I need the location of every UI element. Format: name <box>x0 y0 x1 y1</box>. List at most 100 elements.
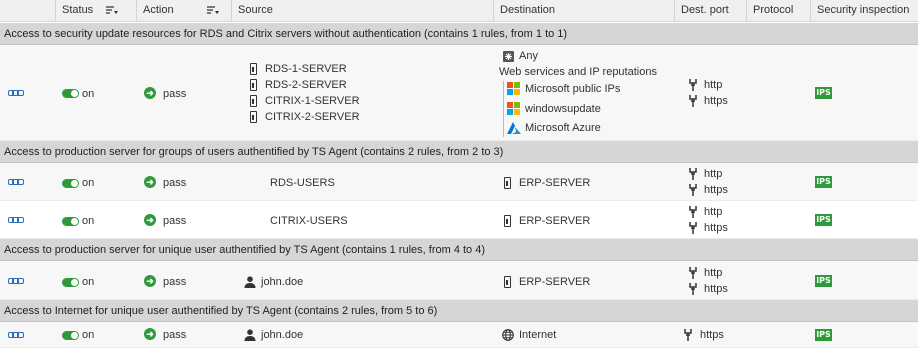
header-handle-col <box>0 0 30 22</box>
pass-icon: ➜ <box>144 176 156 188</box>
drag-handle-icon[interactable] <box>8 217 24 223</box>
rule-group-header[interactable]: Access to Internet for unique user authe… <box>0 300 918 322</box>
source-object[interactable]: RDS-1-SERVER <box>265 62 347 76</box>
destination-object[interactable]: ERP-SERVER <box>519 275 590 289</box>
microsoft-logo-icon <box>507 82 521 96</box>
ips-badge[interactable]: IPS <box>815 329 832 341</box>
header-action-label: Action <box>143 4 174 16</box>
port-icon <box>689 79 697 91</box>
rule-group-header[interactable]: Access to production server for groups o… <box>0 141 918 163</box>
source-object[interactable]: CITRIX-USERS <box>270 214 348 228</box>
table-row[interactable]: on ➜ pass RDS-USERS ERP-SERVER http http… <box>0 163 918 201</box>
pass-icon: ➜ <box>144 214 156 226</box>
port-icon <box>689 184 697 196</box>
port-icon <box>689 206 697 218</box>
action-label: pass <box>163 177 187 189</box>
port-icon <box>689 222 697 234</box>
destination-object[interactable]: Internet <box>519 328 556 342</box>
ips-badge[interactable]: IPS <box>815 176 832 188</box>
ips-badge[interactable]: IPS <box>815 214 832 226</box>
sort-filter-icon[interactable] <box>106 6 118 16</box>
status-toggle[interactable] <box>62 278 79 287</box>
sort-filter-icon[interactable] <box>207 6 219 16</box>
table-header: Status Action Source Destination Dest. p… <box>0 0 918 22</box>
action-label: pass <box>163 215 187 227</box>
table-row[interactable]: on ➜ pass CITRIX-USERS ERP-SERVER http h… <box>0 201 918 239</box>
server-icon <box>504 215 511 227</box>
server-icon <box>250 111 257 123</box>
port-icon <box>689 267 697 279</box>
port-icon <box>689 168 697 180</box>
globe-icon <box>502 329 514 341</box>
source-object[interactable]: CITRIX-1-SERVER <box>265 94 360 108</box>
header-dest-port[interactable]: Dest. port <box>674 0 746 22</box>
destination-object[interactable]: ERP-SERVER <box>519 214 590 228</box>
table-row[interactable]: on ➜ pass RDS-1-SERVER RDS-2-SERVER CITR… <box>0 45 918 141</box>
source-object[interactable]: CITRIX-2-SERVER <box>265 110 360 124</box>
status-label: on <box>82 88 95 100</box>
port-icon <box>689 95 697 107</box>
source-object[interactable]: john.doe <box>261 275 303 289</box>
port-object[interactable]: http <box>704 205 722 219</box>
header-action[interactable]: Action <box>136 0 231 22</box>
status-label: on <box>82 177 95 189</box>
header-status[interactable]: Status <box>55 0 136 22</box>
drag-handle-icon[interactable] <box>8 90 24 96</box>
drag-handle-icon[interactable] <box>8 179 24 185</box>
pass-icon: ➜ <box>144 275 156 287</box>
status-toggle[interactable] <box>62 89 79 98</box>
microsoft-logo-icon <box>507 102 521 116</box>
rule-group-header[interactable]: Access to production server for unique u… <box>0 239 918 261</box>
drag-handle-icon[interactable] <box>8 278 24 284</box>
header-status-label: Status <box>62 4 94 16</box>
server-icon <box>250 63 257 75</box>
destination-any[interactable]: Any <box>519 49 538 63</box>
pass-icon: ➜ <box>144 328 156 340</box>
status-label: on <box>82 329 95 341</box>
action-label: pass <box>163 276 187 288</box>
server-icon <box>504 177 511 189</box>
source-object[interactable]: RDS-USERS <box>270 176 335 190</box>
table-row[interactable]: on ➜ pass john.doe Internet https IPS <box>0 322 918 348</box>
pass-icon: ➜ <box>144 87 156 99</box>
port-object[interactable]: https <box>700 328 724 342</box>
source-object[interactable]: RDS-2-SERVER <box>265 78 347 92</box>
destination-category-label: Web services and IP reputations <box>499 66 657 78</box>
destination-object[interactable]: ERP-SERVER <box>519 176 590 190</box>
header-security-inspection[interactable]: Security inspection <box>810 0 918 22</box>
port-object[interactable]: https <box>704 282 728 296</box>
port-object[interactable]: https <box>704 183 728 197</box>
header-destination[interactable]: Destination <box>493 0 674 22</box>
header-protocol[interactable]: Protocol <box>746 0 810 22</box>
user-icon <box>244 276 256 288</box>
port-object[interactable]: https <box>704 221 728 235</box>
header-source[interactable]: Source <box>231 0 493 22</box>
server-icon <box>250 95 257 107</box>
status-toggle[interactable] <box>62 179 79 188</box>
destination-object[interactable]: windowsupdate <box>525 102 601 116</box>
destination-tree-line <box>503 81 504 137</box>
any-icon <box>503 51 514 62</box>
azure-icon <box>507 122 521 134</box>
status-label: on <box>82 276 95 288</box>
port-object[interactable]: http <box>704 78 722 92</box>
ips-badge[interactable]: IPS <box>815 87 832 99</box>
port-object[interactable]: http <box>704 167 722 181</box>
action-label: pass <box>163 329 187 341</box>
source-object[interactable]: john.doe <box>261 328 303 342</box>
status-toggle[interactable] <box>62 217 79 226</box>
table-row[interactable]: on ➜ pass john.doe ERP-SERVER http https… <box>0 261 918 300</box>
port-object[interactable]: http <box>704 266 722 280</box>
status-label: on <box>82 215 95 227</box>
action-label: pass <box>163 88 187 100</box>
destination-object[interactable]: Microsoft public IPs <box>525 82 620 96</box>
drag-handle-icon[interactable] <box>8 332 24 338</box>
status-toggle[interactable] <box>62 331 79 340</box>
rule-group-header[interactable]: Access to security update resources for … <box>0 23 918 45</box>
port-object[interactable]: https <box>704 94 728 108</box>
port-icon <box>689 283 697 295</box>
server-icon <box>250 79 257 91</box>
server-icon <box>504 276 511 288</box>
ips-badge[interactable]: IPS <box>815 275 832 287</box>
destination-object[interactable]: Microsoft Azure <box>525 121 601 135</box>
